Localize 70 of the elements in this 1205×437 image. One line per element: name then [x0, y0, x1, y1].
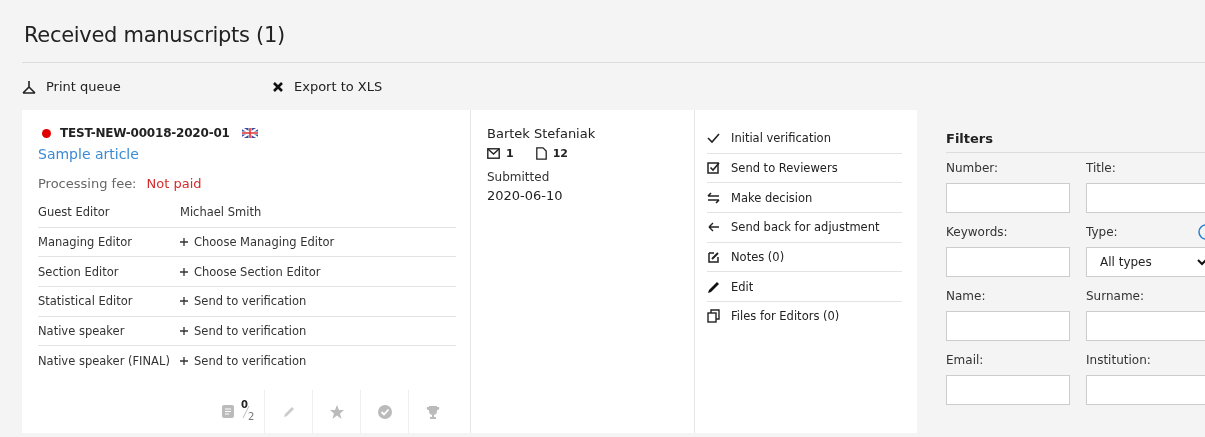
- input-field[interactable]: [946, 183, 1070, 213]
- plus-icon: [180, 238, 188, 247]
- input-field[interactable]: [946, 311, 1070, 341]
- editor-name: Michael Smith: [180, 205, 262, 220]
- submitted-label: Submitted: [487, 170, 551, 184]
- pencil-icon: [707, 279, 720, 294]
- action-link[interactable]: Edit: [707, 272, 902, 303]
- toolbar-link[interactable]: Print queue: [22, 79, 272, 94]
- add-link[interactable]: Send to verification: [180, 324, 307, 339]
- manuscript-number: TEST-NEW-00018-2020-01: [60, 126, 230, 140]
- field-label: Keywords:: [946, 225, 1008, 239]
- input-field[interactable]: [1086, 183, 1205, 213]
- message-count: 1: [506, 147, 514, 160]
- role-label: Statistical Editor: [38, 294, 134, 309]
- plus-icon: [180, 356, 188, 365]
- add-link[interactable]: Choose Section Editor: [180, 264, 321, 279]
- type-dropdown[interactable]: All types: [1086, 247, 1205, 277]
- submitted-date: 2020-06-10: [487, 188, 564, 203]
- toolbar-link[interactable]: Export to XLS: [272, 79, 522, 94]
- action-link[interactable]: Send back for adjustment: [707, 213, 902, 243]
- plus-icon: [180, 327, 188, 336]
- field-label: Surname:: [1086, 289, 1145, 303]
- swap-arrows-icon: [707, 190, 720, 205]
- role-label: Managing Editor: [38, 235, 134, 250]
- action-link[interactable]: Notes (0): [707, 242, 902, 273]
- input-field[interactable]: [946, 247, 1070, 277]
- input-field[interactable]: [946, 375, 1070, 405]
- review-total: 2: [248, 410, 255, 422]
- action-link[interactable]: Send to Reviewers: [707, 153, 902, 184]
- chevron-down-icon: [1197, 258, 1205, 266]
- check-icon: [707, 131, 720, 146]
- page-title: Received manuscripts (1): [22, 0, 1205, 63]
- role-label: Guest Editor: [38, 205, 111, 220]
- role-label: Section Editor: [38, 264, 120, 279]
- input-field[interactable]: [1086, 375, 1205, 405]
- flag-icon: [241, 128, 258, 138]
- add-link[interactable]: Send to verification: [180, 353, 307, 368]
- note-icon: [707, 250, 720, 265]
- fee-status: Not paid: [146, 176, 202, 191]
- field-label: Institution:: [1086, 353, 1151, 367]
- file-count: 12: [552, 147, 568, 160]
- checkbox-icon: [707, 161, 720, 176]
- x-icon: [272, 80, 284, 93]
- star-icon: [328, 403, 345, 420]
- plus-icon: [180, 267, 188, 276]
- input-field[interactable]: [1086, 311, 1205, 341]
- role-label: Native speaker: [38, 324, 126, 339]
- plus-icon: [180, 297, 188, 306]
- check-circle-icon: [376, 403, 393, 420]
- document-icon: [535, 147, 547, 160]
- envelope-icon: [487, 148, 500, 159]
- add-link[interactable]: Choose Managing Editor: [180, 235, 335, 250]
- article-link[interactable]: Sample article: [38, 146, 139, 162]
- action-link[interactable]: Make decision: [707, 183, 902, 214]
- role-label: Native speaker (FINAL): [38, 353, 171, 368]
- filters-heading: Filters: [946, 131, 1205, 153]
- fee-label: Processing fee:: [38, 176, 137, 191]
- trophy-icon: [424, 403, 441, 420]
- field-label: Name:: [946, 289, 986, 303]
- review-count: 0: [241, 398, 248, 410]
- action-link[interactable]: Initial verification: [707, 124, 902, 154]
- action-link[interactable]: Files for Editors (0): [707, 302, 902, 331]
- add-link[interactable]: Send to verification: [180, 294, 307, 309]
- files-icon: [707, 309, 720, 324]
- field-label: Type:: [1086, 225, 1118, 239]
- author-name: Bartek Stefaniak: [487, 126, 597, 141]
- field-label: Number:: [946, 161, 999, 175]
- field-label: Title:: [1086, 161, 1116, 175]
- list-icon: [222, 405, 234, 418]
- field-label: Email:: [946, 353, 984, 367]
